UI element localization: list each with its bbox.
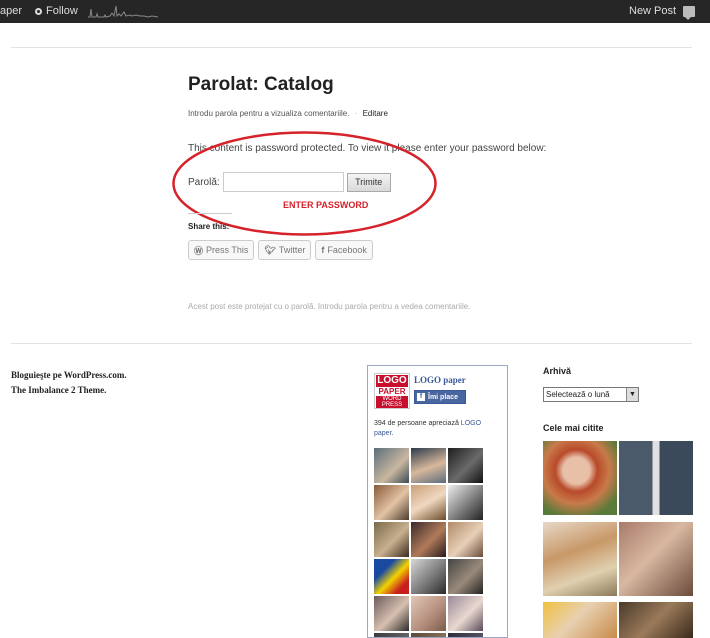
twitter-label: Twitter — [278, 245, 306, 255]
edit-link[interactable]: Editare — [363, 109, 388, 118]
share-buttons: Ⓦ Press This 🐦︎ Twitter f Facebook — [188, 240, 373, 260]
fan-avatar[interactable] — [374, 522, 409, 557]
press-this-label: Press This — [206, 245, 249, 255]
fan-avatar[interactable] — [374, 485, 409, 520]
fan-avatar[interactable] — [411, 633, 446, 637]
new-post-button[interactable]: New Post — [629, 5, 676, 17]
fb-like-count: 394 de persoane apreciază LOGO paper. — [374, 420, 482, 437]
fan-avatar[interactable] — [448, 522, 483, 557]
fan-avatar[interactable] — [448, 485, 483, 520]
twitter-button[interactable]: 🐦︎ Twitter — [258, 240, 312, 260]
highlight-ellipse — [172, 131, 437, 236]
fan-avatar[interactable] — [411, 448, 446, 483]
fan-avatar[interactable] — [374, 448, 409, 483]
popular-post-thumbnail[interactable] — [619, 522, 693, 596]
stats-sparkline-icon[interactable] — [88, 4, 158, 19]
comments-note: Introdu parola pentru a vizualiza coment… — [188, 109, 350, 118]
wordpress-icon: Ⓦ — [194, 245, 204, 256]
fb-faces-grid — [374, 448, 483, 637]
facebook-icon: f — [321, 245, 325, 255]
popular-post-thumbnail[interactable] — [543, 602, 617, 638]
fan-avatar[interactable] — [448, 633, 483, 637]
archive-select-value: Selectează o lună — [546, 390, 610, 399]
meta-separator: · — [354, 109, 358, 118]
popular-widget-title: Cele mai citite — [543, 423, 604, 433]
fan-avatar[interactable] — [374, 559, 409, 594]
fan-avatar[interactable] — [448, 448, 483, 483]
fb-page-name[interactable]: LOGO paper — [414, 375, 466, 385]
follow-button[interactable]: Follow — [35, 5, 78, 17]
press-this-button[interactable]: Ⓦ Press This — [188, 240, 255, 260]
facebook-button[interactable]: f Facebook — [315, 240, 373, 260]
fan-avatar[interactable] — [411, 485, 446, 520]
fan-avatar[interactable] — [374, 633, 409, 637]
theme-credit-link[interactable]: The Imbalance 2 Theme. — [11, 383, 127, 398]
archive-month-select[interactable]: Selectează o lună ▼ — [543, 387, 639, 402]
share-title: Share this: — [188, 222, 230, 231]
dropdown-arrow-icon: ▼ — [626, 388, 638, 401]
admin-bar: aper Follow New Post — [0, 0, 710, 23]
facebook-label: Facebook — [327, 245, 367, 255]
notifications-icon[interactable] — [683, 6, 695, 20]
wordpress-credit-link[interactable]: Bloguieşte pe WordPress.com. — [11, 368, 127, 383]
popular-post-thumbnail[interactable] — [619, 602, 693, 638]
fan-avatar[interactable] — [448, 596, 483, 631]
logo-paper-logo[interactable]: LOGO PAPER WORD PRESS — [374, 373, 410, 409]
archive-widget-title: Arhivă — [543, 366, 572, 376]
fan-avatar[interactable] — [374, 596, 409, 631]
fb-like-label: Îmi place — [428, 393, 458, 401]
protected-note: Acest post este protejat cu o parolă. In… — [188, 302, 471, 311]
twitter-icon: 🐦︎ — [264, 244, 276, 255]
post-meta: Introdu parola pentru a vizualiza coment… — [188, 109, 388, 118]
footer-divider — [11, 343, 692, 344]
fan-avatar[interactable] — [411, 559, 446, 594]
facebook-icon: f — [417, 393, 425, 401]
fb-like-button[interactable]: f Îmi place — [414, 390, 466, 404]
popular-post-thumbnail[interactable] — [543, 441, 617, 515]
post-title: Parolat: Catalog — [188, 74, 334, 95]
popular-post-thumbnail[interactable] — [543, 522, 617, 596]
fan-avatar[interactable] — [448, 559, 483, 594]
header-divider — [11, 47, 692, 48]
fan-avatar[interactable] — [411, 522, 446, 557]
site-name-link[interactable]: aper — [0, 5, 22, 17]
popular-post-thumbnail[interactable] — [619, 441, 693, 515]
footer-credits: Bloguieşte pe WordPress.com. The Imbalan… — [11, 368, 127, 398]
follow-icon — [35, 7, 42, 15]
follow-label: Follow — [46, 5, 78, 17]
share-divider — [188, 213, 232, 214]
fan-avatar[interactable] — [411, 596, 446, 631]
facebook-like-box: LOGO PAPER WORD PRESS LOGO paper f Îmi p… — [367, 365, 508, 638]
